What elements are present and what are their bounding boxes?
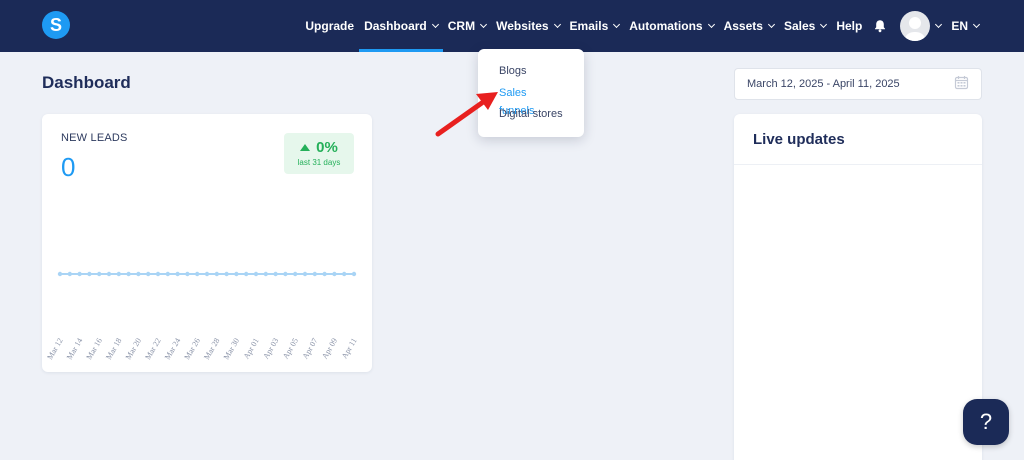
chart-point [57, 271, 63, 277]
chart-point [175, 271, 180, 277]
chart-point [244, 271, 249, 277]
nav-websites-label: Websites [496, 19, 549, 33]
chart-point [87, 271, 92, 277]
help-chat-button[interactable]: ? [963, 399, 1009, 445]
language-label: EN [951, 19, 968, 33]
chart-point [293, 271, 298, 277]
chevron-down-icon [553, 20, 561, 29]
nav-upgrade-label: Upgrade [305, 19, 355, 33]
date-range-value: March 12, 2025 - April 11, 2025 [747, 78, 900, 90]
x-tick-label: Mar 30 [222, 337, 241, 362]
chart-point [351, 271, 357, 277]
nav-automations[interactable]: Automations [624, 0, 718, 52]
x-tick-label: Mar 20 [124, 337, 143, 362]
new-leads-chart: Mar 12 Mar 14 Mar 16 Mar 18 Mar 20 Mar 22 Mar … [45, 271, 359, 362]
x-tick-label: Apr 09 [320, 337, 339, 361]
x-tick-label: Mar 22 [143, 337, 162, 362]
chevron-down-icon [613, 20, 621, 29]
nav-crm-label: CRM [447, 19, 476, 33]
x-tick-label: Mar 18 [104, 337, 123, 362]
chart-point [155, 271, 161, 277]
nav-help-label: Help [836, 19, 863, 33]
x-tick-label: Mar 24 [163, 337, 182, 362]
x-tick-label: Mar 26 [182, 337, 201, 362]
x-tick-label: Apr 01 [242, 337, 261, 361]
chevron-down-icon [767, 20, 775, 29]
x-tick-label: Apr 05 [281, 337, 300, 361]
x-tick-label: Apr 07 [301, 337, 320, 361]
chart-point [273, 271, 278, 277]
chart-point [146, 271, 151, 277]
app-logo[interactable]: S [42, 11, 70, 39]
chevron-down-icon [972, 20, 981, 29]
chevron-down-icon [480, 20, 488, 29]
chart-point [126, 271, 131, 277]
chart-point [214, 271, 219, 277]
x-tick-label: Mar 12 [45, 337, 64, 362]
chart-point [283, 271, 288, 277]
language-selector[interactable]: EN [946, 0, 984, 52]
nav-sales-label: Sales [783, 19, 816, 33]
nav-dashboard[interactable]: Dashboard [359, 0, 443, 52]
nav-dashboard-label: Dashboard [364, 19, 427, 33]
divider [734, 164, 982, 165]
chevron-down-icon [820, 20, 828, 29]
top-navbar: S Upgrade Dashboard CRM Websites Emails … [0, 0, 1024, 52]
chart-point [234, 271, 239, 277]
calendar-icon [954, 75, 969, 93]
x-tick-label: Apr 11 [340, 337, 359, 361]
x-tick-label: Mar 28 [202, 337, 221, 362]
chart-point [253, 271, 259, 277]
chart-point [322, 271, 327, 277]
user-menu[interactable] [895, 0, 946, 52]
nav-emails[interactable]: Emails [565, 0, 625, 52]
chart-point [67, 271, 72, 277]
date-range-picker[interactable]: March 12, 2025 - April 11, 2025 [734, 68, 982, 100]
chart-point [342, 271, 347, 277]
live-updates-title: Live updates [753, 131, 845, 148]
chart-point [263, 271, 268, 277]
chart-point [224, 271, 229, 277]
chart-point [195, 271, 200, 277]
live-updates-card: Live updates [734, 114, 982, 460]
websites-dropdown-menu: Blogs Sales funnels Digital stores [478, 49, 584, 137]
bell-icon[interactable] [873, 19, 887, 33]
new-leads-card: NEW LEADS 0 0% last 31 days Mar 12 Mar 14… [42, 114, 372, 372]
chart-point [185, 271, 190, 277]
nav-emails-label: Emails [569, 19, 609, 33]
chevron-down-icon [431, 20, 439, 29]
nav-upgrade[interactable]: Upgrade [300, 0, 359, 52]
chart-point [116, 271, 122, 277]
page-title: Dashboard [42, 73, 131, 92]
menu-item-sales-funnels[interactable]: Sales funnels [478, 84, 584, 117]
user-avatar-icon [900, 11, 931, 41]
nav-crm[interactable]: CRM [443, 0, 491, 52]
x-tick-label: Apr 03 [261, 337, 280, 361]
x-tick-label: Mar 14 [65, 337, 84, 362]
nav-automations-label: Automations [629, 19, 703, 33]
x-tick-label: Mar 16 [84, 337, 103, 362]
chart-point [312, 271, 317, 277]
menu-item-digital-stores[interactable]: Digital stores [478, 105, 584, 127]
nav-assets[interactable]: Assets [719, 0, 779, 52]
chart-point [136, 271, 141, 277]
menu-item-blogs[interactable]: Blogs [478, 62, 584, 84]
chart-point [302, 271, 308, 277]
nav-websites[interactable]: Websites [491, 0, 564, 52]
chart-point [332, 271, 337, 277]
chart-point [97, 271, 102, 277]
nav-sales[interactable]: Sales [779, 0, 831, 52]
chart-point [165, 271, 170, 277]
chart-point [204, 271, 210, 277]
nav-help[interactable]: Help [831, 0, 867, 52]
nav-assets-label: Assets [723, 19, 763, 33]
chart-point [106, 271, 112, 277]
nav-menu: Upgrade Dashboard CRM Websites Emails Au… [300, 0, 984, 52]
chevron-down-icon [935, 20, 943, 29]
chart-point [77, 271, 82, 277]
chevron-down-icon [707, 20, 715, 29]
